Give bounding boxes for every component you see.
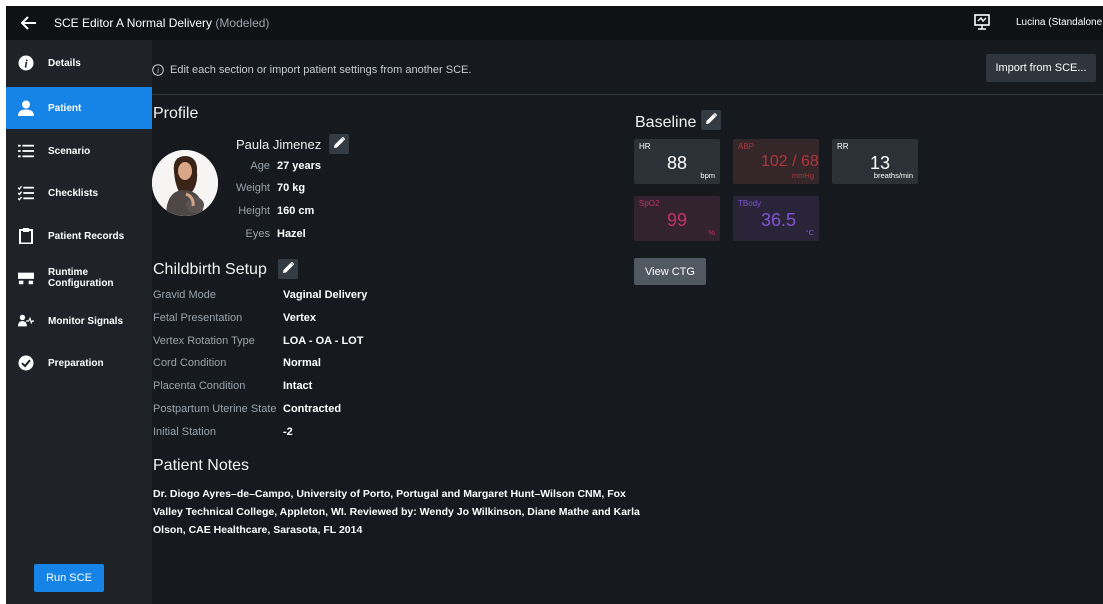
- check-circle-icon: [18, 355, 34, 371]
- info-message: i Edit each section or import patient se…: [152, 64, 471, 76]
- sidebar-item-label: Monitor Signals: [48, 315, 123, 327]
- vital-unit: mmHg: [791, 171, 814, 180]
- info-outline-icon: i: [152, 64, 164, 76]
- vital-label: SpO2: [639, 199, 660, 208]
- sidebar-item-label: Scenario: [48, 145, 91, 157]
- info-text: Edit each section or import patient sett…: [170, 64, 472, 76]
- vital-unit: bpm: [700, 171, 715, 180]
- vital-value: 102 / 68: [761, 153, 819, 170]
- monitor-signals-icon: [18, 313, 34, 329]
- vital-abp[interactable]: ABP 102 / 68 mmHg: [733, 139, 819, 184]
- edit-childbirth-button[interactable]: [278, 259, 298, 279]
- title-bar: SCE Editor A Normal Delivery (Modeled) L…: [6, 6, 1103, 40]
- import-from-sce-button[interactable]: Import from SCE...: [986, 54, 1096, 82]
- info-icon: i: [18, 55, 34, 71]
- app-name: SCE Editor: [54, 16, 114, 30]
- profile-heading: Profile: [153, 105, 199, 122]
- sidebar-item-details[interactable]: i Details: [6, 42, 152, 84]
- vital-hr[interactable]: HR 88 bpm: [634, 139, 720, 184]
- childbirth-key: Postpartum Uterine State: [153, 403, 277, 415]
- profile-value: 70 kg: [277, 182, 306, 194]
- baseline-heading: Baseline: [635, 114, 697, 131]
- vital-label: RR: [837, 142, 849, 151]
- childbirth-value: Normal: [283, 357, 321, 369]
- profile-value: 160 cm: [277, 205, 315, 217]
- sidebar-item-label: Patient: [48, 102, 82, 114]
- childbirth-value: -2: [283, 426, 293, 438]
- pencil-icon: [282, 260, 294, 278]
- vital-tbody[interactable]: TBody 36.5 °C: [733, 196, 819, 241]
- pencil-icon: [333, 135, 345, 153]
- vital-label: ABP: [738, 142, 755, 151]
- app-window: SCE Editor A Normal Delivery (Modeled) L…: [6, 6, 1103, 604]
- profile-key: Eyes: [245, 228, 270, 240]
- svg-text:i: i: [157, 65, 160, 75]
- childbirth-key: Cord Condition: [153, 357, 227, 369]
- vital-unit: breaths/min: [873, 171, 913, 180]
- vital-value: 99: [667, 210, 688, 230]
- vital-value: 88: [667, 153, 688, 173]
- sidebar-item-label: Runtime Configuration: [48, 267, 114, 289]
- window-title: SCE Editor A Normal Delivery (Modeled): [54, 16, 269, 30]
- vital-unit: %: [708, 228, 715, 237]
- notes-heading: Patient Notes: [153, 457, 250, 474]
- childbirth-heading: Childbirth Setup: [153, 261, 267, 278]
- profile-key: Height: [238, 205, 270, 217]
- childbirth-value: Intact: [283, 380, 313, 392]
- edit-profile-button[interactable]: [329, 134, 349, 154]
- edit-baseline-button[interactable]: [701, 110, 721, 130]
- vital-spo2[interactable]: SpO2 99 %: [634, 196, 720, 241]
- profile-value: Hazel: [277, 228, 306, 240]
- person-icon: [18, 100, 34, 116]
- vital-label: TBody: [738, 199, 762, 208]
- view-ctg-button[interactable]: View CTG: [634, 258, 706, 285]
- list-icon: [18, 143, 34, 159]
- patient-notes-text: Dr. Diogo Ayres–de–Campo, University of …: [153, 488, 640, 536]
- user-name[interactable]: Lucina (Standalone: [1016, 17, 1102, 28]
- vital-label: HR: [639, 142, 651, 151]
- childbirth-value: Vertex: [283, 312, 317, 324]
- monitor-icon[interactable]: [973, 13, 995, 33]
- childbirth-key: Vertex Rotation Type: [153, 335, 255, 347]
- pencil-icon: [705, 111, 717, 129]
- childbirth-value: Contracted: [283, 403, 342, 415]
- sidebar-item-monitor-signals[interactable]: Monitor Signals: [6, 300, 152, 342]
- sidebar-item-label: Details: [48, 57, 81, 69]
- childbirth-key: Initial Station: [153, 426, 216, 438]
- childbirth-key: Placenta Condition: [153, 380, 246, 392]
- profile-key: Weight: [235, 182, 270, 194]
- sidebar-item-runtime-configuration[interactable]: Runtime Configuration: [6, 257, 152, 299]
- sidebar-item-preparation[interactable]: Preparation: [6, 342, 152, 384]
- vital-unit: °C: [805, 228, 814, 237]
- scenario-name: A Normal Delivery: [116, 16, 213, 30]
- back-arrow-icon[interactable]: [12, 6, 46, 40]
- info-bar: i Edit each section or import patient se…: [152, 40, 1103, 95]
- runtime-icon: [18, 270, 34, 286]
- childbirth-value: Vaginal Delivery: [283, 289, 368, 301]
- run-sce-button[interactable]: Run SCE: [34, 564, 104, 592]
- patient-name: Paula Jimenez: [236, 137, 322, 152]
- childbirth-key: Fetal Presentation: [153, 312, 243, 324]
- sidebar-item-patient[interactable]: Patient: [6, 87, 152, 129]
- profile-value: 27 years: [277, 160, 322, 172]
- childbirth-value: LOA - OA - LOT: [283, 335, 364, 347]
- sidebar: i Details Patient Scenario Checklists Pa…: [6, 40, 152, 604]
- sidebar-item-label: Preparation: [48, 357, 104, 369]
- vital-rr[interactable]: RR 13 breaths/min: [832, 139, 918, 184]
- childbirth-key: Gravid Mode: [153, 289, 216, 301]
- profile-key: Age: [250, 160, 270, 172]
- vital-value: 36.5: [761, 210, 797, 230]
- scenario-tag: (Modeled): [215, 16, 270, 30]
